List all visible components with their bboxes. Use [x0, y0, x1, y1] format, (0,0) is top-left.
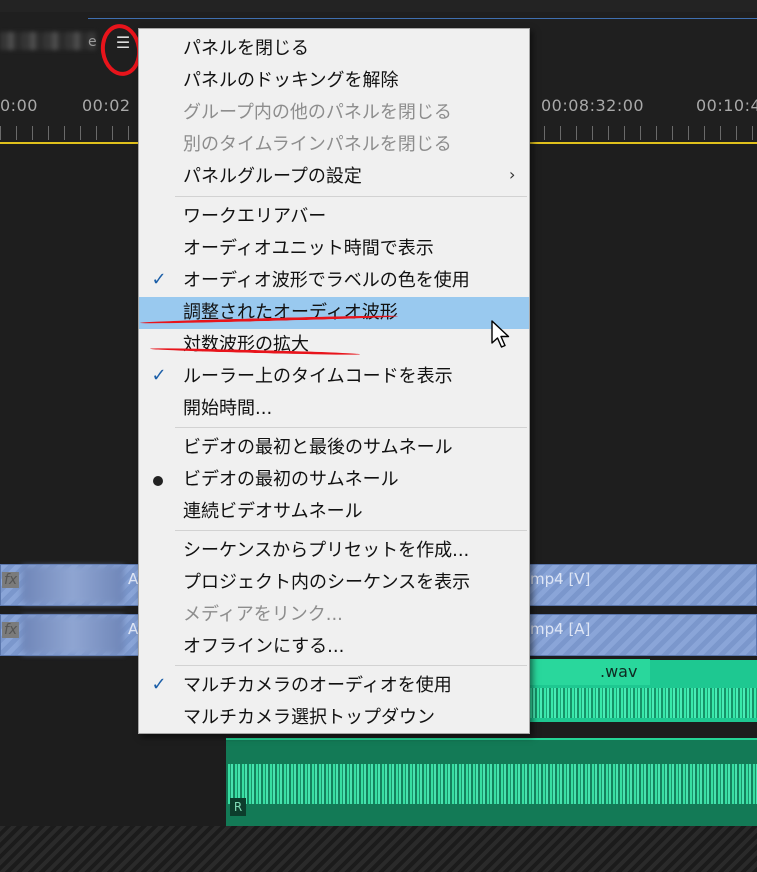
audio-clip-name: mp4 [A] — [530, 620, 591, 638]
checkmark-icon: ✓ — [151, 674, 167, 695]
menu-item-reveal-sequence[interactable]: プロジェクト内のシーケンスを表示 — [139, 567, 529, 599]
video-clip-name: mp4 [V] — [530, 570, 591, 588]
wav-clip-label: .wav — [600, 662, 638, 681]
menu-separator — [175, 427, 527, 428]
menu-item-thumb-head-tail[interactable]: ビデオの最初と最後のサムネール — [139, 432, 529, 464]
window-top-strip — [0, 0, 757, 12]
menu-item-close-panel[interactable]: パネルを閉じる — [139, 33, 529, 65]
menu-item-ruler-timecode[interactable]: ✓ ルーラー上のタイムコードを表示 — [139, 361, 529, 393]
menu-separator — [175, 530, 527, 531]
menu-item-multicam-audio[interactable]: ✓ マルチカメラのオーディオを使用 — [139, 670, 529, 702]
menu-separator — [175, 196, 527, 197]
menu-item-start-time[interactable]: 開始時間... — [139, 393, 529, 425]
menu-separator — [175, 665, 527, 666]
mouse-cursor-icon — [491, 320, 510, 348]
ruler-timecode-3: 00:08:32:00 — [541, 96, 645, 115]
ruler-timecode-1: 0:00 — [0, 96, 38, 115]
menu-item-close-other-panels: グループ内の他のパネルを閉じる — [183, 102, 452, 123]
checkmark-icon: ✓ — [151, 365, 167, 386]
audio-clip-label: A — [128, 620, 139, 638]
clip-thumbnail-blurred — [22, 566, 124, 604]
menu-item-thumb-head[interactable]: ビデオの最初のサムネール — [139, 464, 529, 496]
fx-badge: fx — [2, 572, 20, 588]
audio-thumbnail-blurred — [22, 616, 124, 654]
waveform-1 — [530, 688, 757, 718]
panel-context-menu: パネルを閉じる パネルのドッキングを解除 グループ内の他のパネルを閉じる 別のタ… — [138, 28, 530, 734]
menu-item-work-area-bar[interactable]: ワークエリアバー — [139, 201, 529, 233]
menu-item-thumb-continuous[interactable]: 連続ビデオサムネール — [139, 496, 529, 528]
menu-item-audio-units[interactable]: オーディオユニット時間で表示 — [139, 233, 529, 265]
chevron-right-icon: › — [509, 165, 516, 184]
right-channel-badge: R — [230, 798, 246, 816]
menu-item-link-media: メディアをリンク... — [183, 604, 343, 625]
panel-focus-line — [88, 18, 757, 19]
ruler-timecode-4: 00:10:4 — [696, 96, 757, 115]
menu-item-undock-panel[interactable]: パネルのドッキングを解除 — [139, 65, 529, 97]
empty-track-area — [0, 826, 757, 872]
waveform-2 — [228, 764, 757, 804]
video-clip-label: A — [128, 570, 139, 588]
menu-item-panel-group-settings[interactable]: パネルグループの設定 › — [139, 161, 529, 193]
menu-item-log-waveform[interactable]: 対数波形の拡大 — [139, 329, 529, 361]
menu-item-rectified-waveform[interactable]: 調整されたオーディオ波形 — [139, 297, 529, 329]
radio-dot-icon — [153, 476, 163, 486]
menu-item-label-color-waveform[interactable]: ✓ オーディオ波形でラベルの色を使用 — [139, 265, 529, 297]
sequence-tab-name-blurred[interactable] — [0, 32, 96, 50]
menu-item-close-other-timelines: 別のタイムラインパネルを閉じる — [183, 134, 452, 155]
menu-item-multicam-top-down[interactable]: マルチカメラ選択トップダウン — [139, 702, 529, 734]
ruler-timecode-2: 00:02 — [82, 96, 131, 115]
sequence-tab-suffix: e — [88, 34, 97, 50]
menu-item-make-offline[interactable]: オフラインにする... — [139, 631, 529, 663]
fx-badge-audio: fx — [2, 622, 20, 638]
checkmark-icon: ✓ — [151, 269, 167, 290]
menu-item-create-preset[interactable]: シーケンスからプリセットを作成... — [139, 535, 529, 567]
